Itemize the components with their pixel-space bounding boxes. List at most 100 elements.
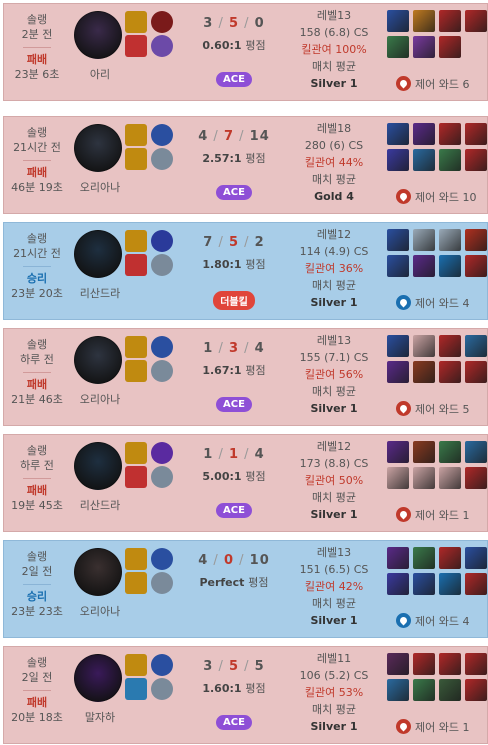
item-icon[interactable] — [413, 10, 435, 32]
item-icon[interactable] — [465, 573, 487, 595]
item-icon[interactable] — [465, 653, 487, 675]
item-icon[interactable] — [439, 547, 461, 569]
item-icon[interactable] — [413, 149, 435, 171]
item-icon[interactable] — [387, 229, 409, 251]
summoner-spell-icon[interactable] — [125, 678, 147, 700]
item-icon[interactable] — [387, 255, 409, 277]
summoner-spell-icon[interactable] — [125, 148, 147, 170]
rune-icon[interactable] — [151, 360, 173, 382]
item-icon[interactable] — [465, 10, 487, 32]
rune-icon[interactable] — [151, 548, 173, 570]
rune-icon[interactable] — [151, 572, 173, 594]
item-icon[interactable] — [413, 255, 435, 277]
item-icon[interactable] — [465, 123, 487, 145]
item-icon[interactable] — [465, 229, 487, 251]
orianna-portrait-icon[interactable] — [74, 336, 122, 384]
rune-icon[interactable] — [151, 466, 173, 488]
item-icon[interactable] — [439, 467, 461, 489]
item-icon[interactable] — [439, 573, 461, 595]
lissandra-portrait-icon[interactable] — [74, 442, 122, 490]
item-icon[interactable] — [413, 36, 435, 58]
item-icon[interactable] — [465, 441, 487, 463]
item-icon[interactable] — [439, 361, 461, 383]
summoner-spell-icon[interactable] — [125, 336, 147, 358]
rune-icon[interactable] — [151, 254, 173, 276]
time-ago: 2분 전 — [21, 28, 53, 41]
item-icon[interactable] — [387, 573, 409, 595]
summoner-spell-icon[interactable] — [125, 442, 147, 464]
match-card[interactable]: 솔랭 하루 전 패배 21분 46초 오리아나 1 / 3 / 4 1.67:1 평점 ACE… — [3, 328, 488, 426]
lissandra-portrait-icon[interactable] — [74, 230, 122, 278]
item-icon[interactable] — [413, 335, 435, 357]
item-icon[interactable] — [387, 361, 409, 383]
item-icon[interactable] — [387, 653, 409, 675]
summoner-spell-icon[interactable] — [125, 466, 147, 488]
rune-icon[interactable] — [151, 124, 173, 146]
item-icon[interactable] — [413, 467, 435, 489]
item-icon[interactable] — [413, 361, 435, 383]
match-card[interactable]: 솔랭 2분 전 패배 23분 6초 아리 3 / 5 / 0 0.60:1 평점 ACE 레벨1… — [3, 3, 488, 101]
item-icon[interactable] — [439, 10, 461, 32]
item-icon[interactable] — [439, 36, 461, 58]
match-card[interactable]: 솔랭 21시간 전 패배 46분 19초 오리아나 4 / 7 / 14 2.57:1 평점… — [3, 116, 488, 214]
match-card[interactable]: 솔랭 하루 전 패배 19분 45초 리산드라 1 / 1 / 4 5.00:1 평점 ACE… — [3, 434, 488, 532]
item-icon[interactable] — [413, 229, 435, 251]
rune-icon[interactable] — [151, 336, 173, 358]
item-icon[interactable] — [413, 123, 435, 145]
rune-icon[interactable] — [151, 11, 173, 33]
item-icon[interactable] — [387, 36, 409, 58]
summoner-spell-icon[interactable] — [125, 548, 147, 570]
item-icon[interactable] — [465, 255, 487, 277]
item-icon[interactable] — [387, 10, 409, 32]
summoner-spell-icon[interactable] — [125, 124, 147, 146]
item-icon[interactable] — [413, 547, 435, 569]
item-icon[interactable] — [439, 123, 461, 145]
control-ward-icon — [396, 719, 411, 734]
summoner-spell-icon[interactable] — [125, 11, 147, 33]
item-icon[interactable] — [387, 441, 409, 463]
summoner-spell-icon[interactable] — [125, 572, 147, 594]
summoner-spell-icon[interactable] — [125, 360, 147, 382]
item-icon[interactable] — [387, 123, 409, 145]
rune-icon[interactable] — [151, 35, 173, 57]
deaths-value: 5 — [228, 235, 240, 250]
item-icon[interactable] — [439, 653, 461, 675]
item-icon[interactable] — [465, 679, 487, 701]
item-icon[interactable] — [387, 547, 409, 569]
malzahar-portrait-icon[interactable] — [74, 654, 122, 702]
item-icon[interactable] — [413, 653, 435, 675]
summoner-spell-icon[interactable] — [125, 35, 147, 57]
orianna-portrait-icon[interactable] — [74, 548, 122, 596]
item-icon[interactable] — [413, 679, 435, 701]
summoner-spell-icon[interactable] — [125, 230, 147, 252]
rune-icon[interactable] — [151, 678, 173, 700]
item-icon[interactable] — [439, 229, 461, 251]
ari-portrait-icon[interactable] — [74, 11, 122, 59]
match-card[interactable]: 솔랭 21시간 전 승리 23분 20초 리산드라 7 / 5 / 2 1.80:1 평점 더… — [3, 222, 488, 320]
item-icon[interactable] — [387, 679, 409, 701]
orianna-portrait-icon[interactable] — [74, 124, 122, 172]
rune-icon[interactable] — [151, 148, 173, 170]
item-icon[interactable] — [439, 679, 461, 701]
item-icon[interactable] — [465, 335, 487, 357]
item-icon[interactable] — [387, 467, 409, 489]
item-icon[interactable] — [439, 441, 461, 463]
item-icon[interactable] — [439, 335, 461, 357]
item-icon[interactable] — [465, 547, 487, 569]
rune-icon[interactable] — [151, 654, 173, 676]
rune-icon[interactable] — [151, 230, 173, 252]
item-icon[interactable] — [465, 361, 487, 383]
item-icon[interactable] — [413, 441, 435, 463]
summoner-spell-icon[interactable] — [125, 254, 147, 276]
item-icon[interactable] — [387, 335, 409, 357]
match-card[interactable]: 솔랭 2일 전 승리 23분 23초 오리아나 4 / 0 / 10 Perfect 평점 레… — [3, 540, 488, 638]
match-card[interactable]: 솔랭 2일 전 패배 20분 18초 말자하 3 / 5 / 5 1.60:1 평점 ACE 레… — [3, 646, 488, 744]
item-icon[interactable] — [439, 255, 461, 277]
item-icon[interactable] — [387, 149, 409, 171]
summoner-spell-icon[interactable] — [125, 654, 147, 676]
item-icon[interactable] — [439, 149, 461, 171]
rune-icon[interactable] — [151, 442, 173, 464]
item-icon[interactable] — [465, 467, 487, 489]
item-icon[interactable] — [413, 573, 435, 595]
item-icon[interactable] — [465, 149, 487, 171]
